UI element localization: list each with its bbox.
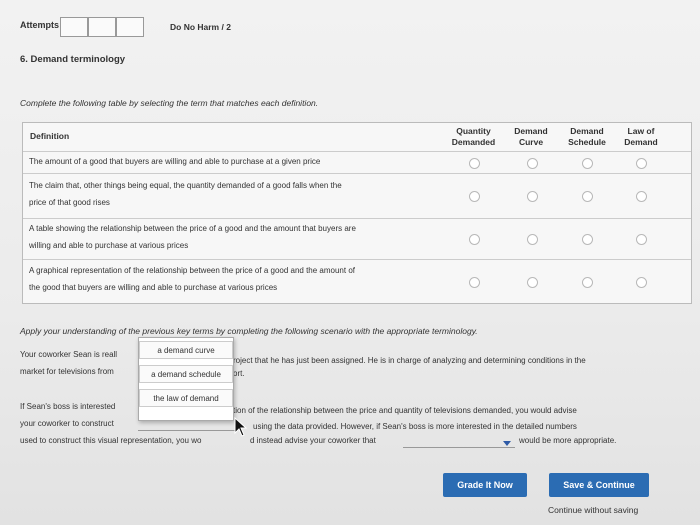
header-ds-line2: Schedule: [568, 137, 606, 147]
blank-dropdown-2[interactable]: [403, 435, 515, 448]
row-definition: A graphical representation of the relati…: [29, 262, 449, 296]
scenario-text: used to construct this visual representa…: [20, 436, 202, 445]
mouse-cursor-icon: [234, 417, 248, 437]
row-definition: A table showing the relationship between…: [29, 220, 449, 254]
radio-demand-curve[interactable]: [527, 234, 538, 245]
header-ds-line1: Demand: [570, 126, 604, 136]
header-demand-curve: Demand Curve: [505, 126, 557, 148]
scenario-text: roject that he has just been assigned. H…: [233, 356, 586, 365]
dropdown-option[interactable]: a demand curve: [139, 341, 233, 359]
dropdown-menu: a demand curve a demand schedule the law…: [138, 337, 234, 421]
radio-demand-schedule[interactable]: [582, 234, 593, 245]
radio-demand-curve[interactable]: [527, 277, 538, 288]
dropdown-option[interactable]: a demand schedule: [139, 365, 233, 383]
header-ld-line1: Law of: [627, 126, 655, 136]
chevron-down-icon[interactable]: [503, 441, 511, 446]
header-ld-line2: Demand: [624, 137, 658, 147]
row-text-line: the good that buyers are willing and abl…: [29, 283, 278, 292]
radio-demand-curve[interactable]: [527, 191, 538, 202]
scenario-text: d instead advise your coworker that: [250, 436, 376, 445]
radio-demand-schedule[interactable]: [582, 158, 593, 169]
header-dc-line2: Curve: [518, 137, 544, 147]
row-definition: The amount of a good that buyers are wil…: [29, 153, 449, 170]
table-row: A table showing the relationship between…: [23, 218, 691, 260]
radio-quantity-demanded[interactable]: [469, 277, 480, 288]
header-law-of-demand: Law of Demand: [617, 126, 665, 148]
radio-law-of-demand[interactable]: [636, 277, 647, 288]
radio-quantity-demanded[interactable]: [469, 158, 480, 169]
header-quantity-demanded: Quantity Demanded: [446, 126, 501, 148]
radio-law-of-demand[interactable]: [636, 158, 647, 169]
row-text-line: The claim that, other things being equal…: [29, 181, 342, 190]
scenario-text: Your coworker Sean is reall: [20, 350, 118, 359]
scenario-text: If Sean's boss is interested: [20, 402, 116, 411]
radio-demand-schedule[interactable]: [582, 277, 593, 288]
header-definition: Definition: [30, 131, 70, 141]
header-demand-schedule: Demand Schedule: [561, 126, 613, 148]
radio-law-of-demand[interactable]: [636, 234, 647, 245]
scenario-text: ort.: [233, 369, 245, 378]
row-text-line: price of that good rises: [29, 198, 110, 207]
scenario-text: tion of the relationship between the pri…: [233, 406, 577, 415]
row-text-line: The amount of a good that buyers are wil…: [29, 157, 321, 166]
attempt-box: [88, 17, 116, 37]
radio-law-of-demand[interactable]: [636, 191, 647, 202]
header-qd-line2: Demanded: [451, 137, 496, 147]
row-definition: The claim that, other things being equal…: [29, 177, 449, 211]
continue-without-saving-link[interactable]: Continue without saving: [548, 505, 638, 515]
question-instructions: Complete the following table by selectin…: [20, 98, 319, 108]
question-title: 6. Demand terminology: [20, 54, 126, 65]
score-label: Do No Harm / 2: [170, 22, 231, 32]
scenario-instructions: Apply your understanding of the previous…: [20, 326, 478, 336]
radio-demand-schedule[interactable]: [582, 191, 593, 202]
radio-quantity-demanded[interactable]: [469, 234, 480, 245]
header-dc-line1: Demand: [514, 126, 548, 136]
row-text-line: willing and able to purchase at various …: [29, 241, 189, 250]
attempts-label: Attempts: [20, 20, 60, 30]
attempt-box: [116, 17, 144, 37]
radio-quantity-demanded[interactable]: [469, 191, 480, 202]
table-row: The claim that, other things being equal…: [23, 173, 691, 219]
row-text-line: A table showing the relationship between…: [29, 224, 356, 233]
table-row: The amount of a good that buyers are wil…: [23, 151, 691, 174]
scenario-text: market for televisions from: [20, 367, 114, 376]
scenario-text: would be more appropriate.: [519, 436, 617, 445]
scenario-text: your coworker to construct: [20, 419, 114, 428]
table-header: Definition Quantity Demanded Demand Curv…: [23, 123, 691, 152]
terminology-table: Definition Quantity Demanded Demand Curv…: [22, 122, 692, 304]
dropdown-option[interactable]: the law of demand: [139, 389, 233, 407]
attempt-indicators: [60, 17, 144, 37]
radio-demand-curve[interactable]: [527, 158, 538, 169]
attempt-box: [60, 17, 88, 37]
grade-it-now-button[interactable]: Grade It Now: [443, 473, 527, 497]
table-row: A graphical representation of the relati…: [23, 259, 691, 302]
save-continue-button[interactable]: Save & Continue: [549, 473, 649, 497]
header-qd-line1: Quantity: [456, 126, 491, 136]
row-text-line: A graphical representation of the relati…: [29, 266, 355, 275]
